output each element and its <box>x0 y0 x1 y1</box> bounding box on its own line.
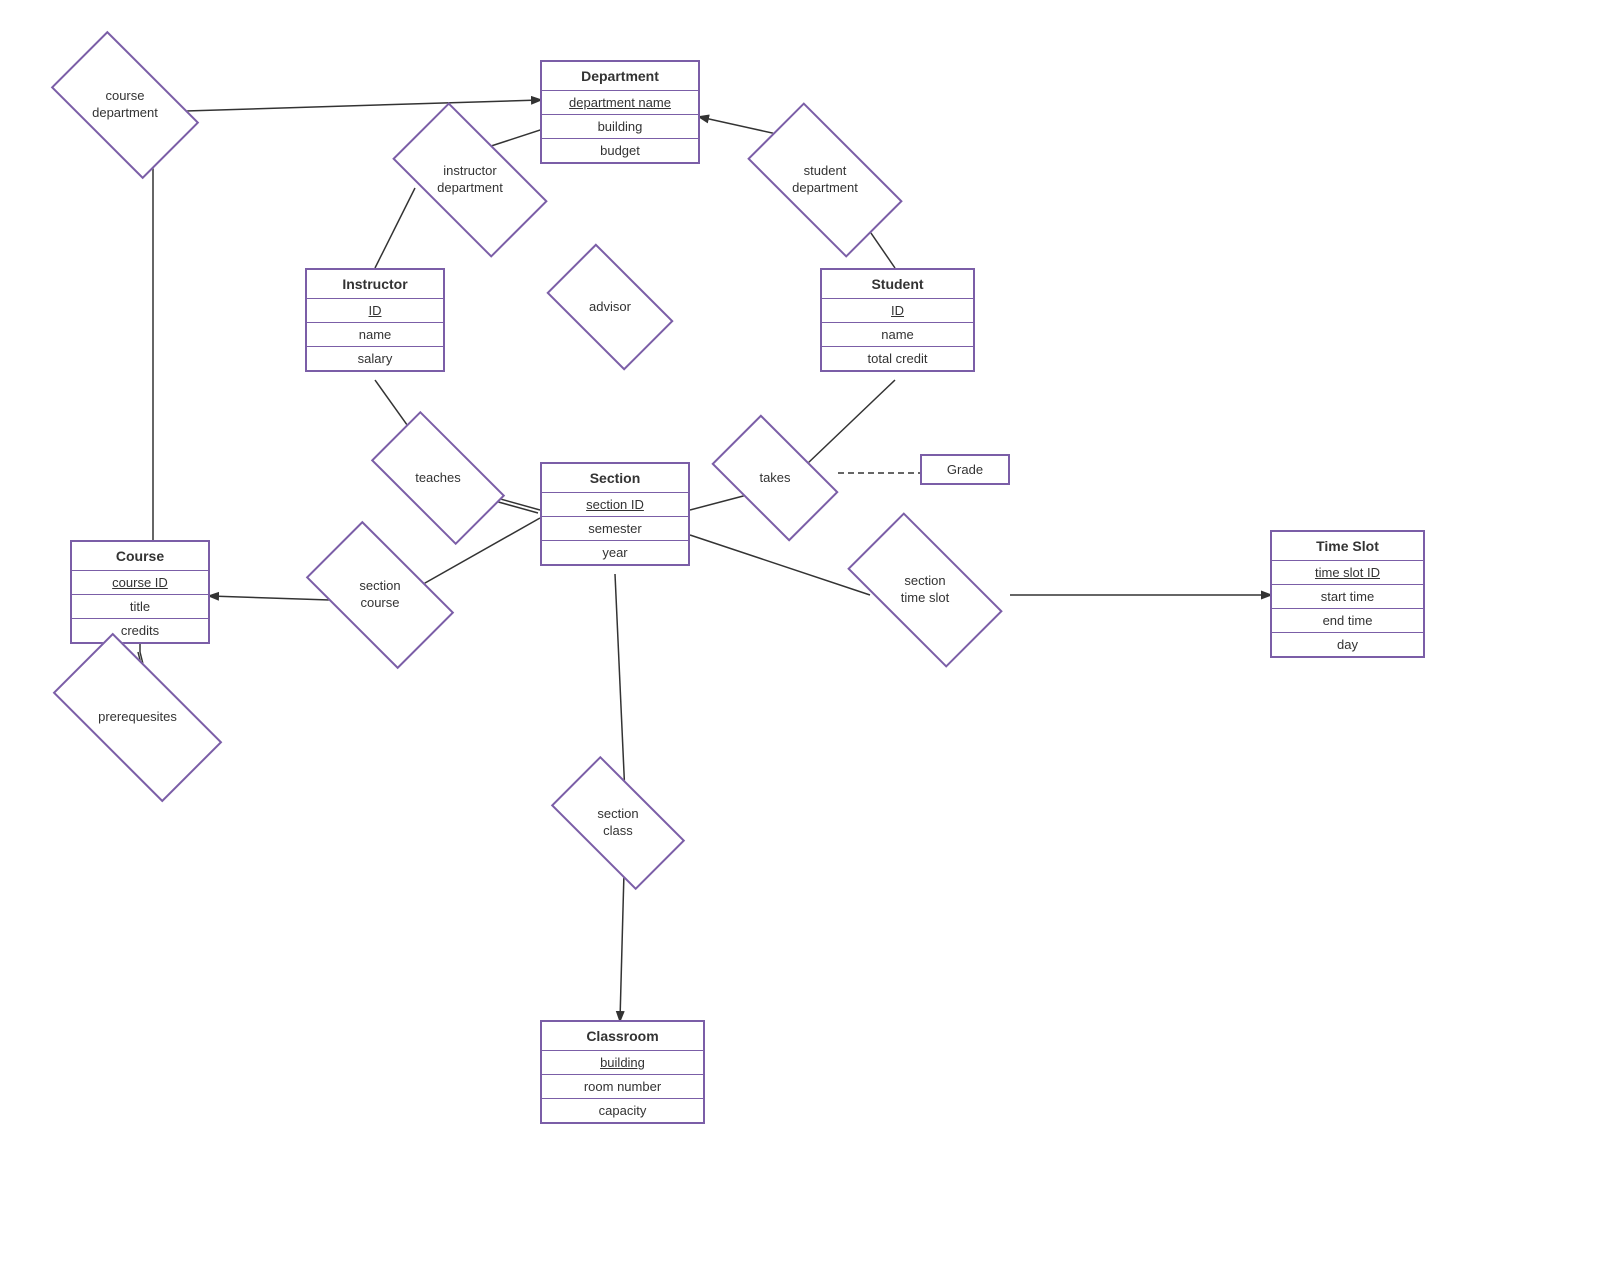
course-department-diamond: coursedepartment <box>60 65 190 145</box>
section-entity: Section section ID semester year <box>540 462 690 566</box>
classroom-entity: Classroom building room number capacity <box>540 1020 705 1124</box>
section-title: Section <box>542 464 688 493</box>
timeslot-attr-end: end time <box>1272 609 1423 633</box>
course-entity: Course course ID title credits <box>70 540 210 644</box>
course-attr-title: title <box>72 595 208 619</box>
student-attr-id: ID <box>822 299 973 323</box>
timeslot-attr-id: time slot ID <box>1272 561 1423 585</box>
course-attr-credits: credits <box>72 619 208 642</box>
takes-diamond: takes <box>720 443 830 513</box>
section-course-diamond: sectioncourse <box>315 555 445 635</box>
classroom-attr-room: room number <box>542 1075 703 1099</box>
instructor-title: Instructor <box>307 270 443 299</box>
course-attr-id: course ID <box>72 571 208 595</box>
advisor-diamond: advisor <box>555 272 665 342</box>
student-entity: Student ID name total credit <box>820 268 975 372</box>
department-entity: Department department name building budg… <box>540 60 700 164</box>
section-timeslot-diamond: sectiontime slot <box>855 550 995 630</box>
timeslot-entity: Time Slot time slot ID start time end ti… <box>1270 530 1425 658</box>
student-attr-credits: total credit <box>822 347 973 370</box>
instructor-entity: Instructor ID name salary <box>305 268 445 372</box>
department-attr-budget: budget <box>542 139 698 162</box>
teaches-diamond: teaches <box>378 443 498 513</box>
timeslot-title: Time Slot <box>1272 532 1423 561</box>
department-attr-building: building <box>542 115 698 139</box>
classroom-title: Classroom <box>542 1022 703 1051</box>
section-attr-id: section ID <box>542 493 688 517</box>
timeslot-attr-start: start time <box>1272 585 1423 609</box>
student-attr-name: name <box>822 323 973 347</box>
prerequisites-diamond: prerequesites <box>60 675 215 760</box>
grade-label: Grade <box>922 456 1008 483</box>
timeslot-attr-day: day <box>1272 633 1423 656</box>
classroom-attr-building: building <box>542 1051 703 1075</box>
department-title: Department <box>542 62 698 91</box>
section-attr-semester: semester <box>542 517 688 541</box>
section-class-diamond: sectionclass <box>558 788 678 858</box>
department-attr-name: department name <box>542 91 698 115</box>
instructor-attr-salary: salary <box>307 347 443 370</box>
instructor-department-diamond: instructordepartment <box>400 140 540 220</box>
classroom-attr-capacity: capacity <box>542 1099 703 1122</box>
grade-entity: Grade <box>920 454 1010 485</box>
instructor-attr-id: ID <box>307 299 443 323</box>
section-attr-year: year <box>542 541 688 564</box>
student-title: Student <box>822 270 973 299</box>
instructor-attr-name: name <box>307 323 443 347</box>
course-title: Course <box>72 542 208 571</box>
student-department-diamond: studentdepartment <box>755 140 895 220</box>
